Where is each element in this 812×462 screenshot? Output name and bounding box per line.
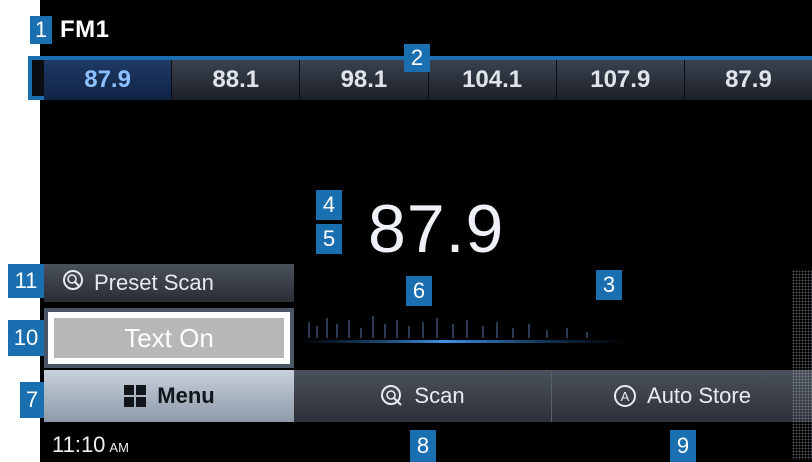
scan-button[interactable]: Scan — [294, 370, 552, 422]
grid-icon — [123, 384, 147, 408]
callout-4: 4 — [316, 190, 342, 220]
text-on-button[interactable]: Text On — [44, 308, 294, 368]
callout-1: 1 — [30, 16, 52, 44]
callout-7: 7 — [20, 382, 44, 418]
clock-time: 11:10 — [52, 432, 106, 457]
preset-button-6[interactable]: 87.9 — [684, 60, 812, 100]
preset-scan-label: Preset Scan — [94, 270, 214, 295]
current-frequency: 87.9 — [368, 191, 505, 267]
preset-button-1[interactable]: 87.9 — [44, 60, 173, 100]
callout-6: 6 — [406, 276, 432, 306]
callout-2: 2 — [404, 44, 430, 72]
preset-button-4[interactable]: 104.1 — [428, 60, 557, 100]
clock-ampm: AM — [109, 440, 129, 455]
callout-8: 8 — [410, 430, 436, 462]
auto-store-button[interactable]: A Auto Store — [552, 370, 812, 422]
preset-scan-button[interactable]: Preset Scan — [44, 264, 294, 302]
preset-button-2[interactable]: 88.1 — [172, 60, 301, 100]
menu-button[interactable]: Menu — [44, 370, 294, 422]
preset-button-5[interactable]: 107.9 — [556, 60, 685, 100]
scan-label: Scan — [414, 383, 465, 408]
scan-icon — [380, 384, 404, 408]
callout-9: 9 — [670, 430, 696, 462]
auto-store-icon: A — [613, 384, 637, 408]
clock: 11:10 AM — [52, 432, 129, 458]
band-title: FM1 — [60, 16, 110, 43]
text-on-label: Text On — [54, 318, 284, 358]
auto-store-label: Auto Store — [647, 383, 751, 408]
dotted-edge — [792, 270, 812, 460]
callout-5: 5 — [316, 224, 342, 254]
preset-scan-icon — [62, 269, 84, 297]
menu-label: Menu — [157, 383, 215, 408]
callout-11: 11 — [8, 264, 44, 298]
callout-10: 10 — [8, 320, 44, 356]
bottom-bar: Menu Scan A Auto Store — [44, 370, 812, 422]
callout-3: 3 — [596, 270, 622, 300]
signal-strength-graphic — [296, 316, 626, 343]
svg-text:A: A — [621, 389, 630, 404]
